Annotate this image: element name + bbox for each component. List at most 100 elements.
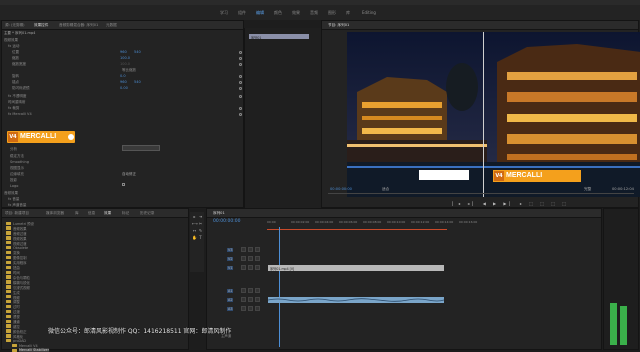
lock-icon[interactable] (241, 297, 246, 302)
keyframe-icon[interactable] (239, 87, 242, 90)
video-clip[interactable]: 序列01.mp4 [V] (268, 265, 444, 271)
selection-tool-icon[interactable]: ▸ (192, 214, 197, 219)
tab-metadata[interactable]: 元数据 (106, 23, 117, 28)
track-label[interactable]: A2 (227, 298, 234, 302)
work-area-bar[interactable] (267, 229, 447, 230)
fx-opacity[interactable]: fx 不透明度 (8, 94, 26, 99)
keyframe-icon[interactable] (239, 75, 242, 78)
slip-tool-icon[interactable]: ↔ (192, 228, 197, 233)
lock-icon[interactable] (241, 265, 246, 270)
tab-markers[interactable]: 标记 (122, 211, 129, 216)
workspace-tab-audio[interactable]: 音频 (310, 10, 318, 16)
workspace-tab-editing2[interactable]: Editing (362, 10, 376, 15)
fx-mercalli[interactable]: fx Mercalli V4 (8, 112, 32, 116)
logo-checkbox[interactable] (122, 183, 125, 186)
workspace-tab-libraries[interactable]: 库 (346, 10, 350, 16)
toggle-output-icon[interactable] (248, 306, 253, 311)
lock-icon[interactable] (241, 306, 246, 311)
anchor-x[interactable]: 960 (120, 80, 127, 84)
tools-panel: ▸ ⇥ ⟷ ✂ ↔ ✎ ✋ T (190, 212, 204, 272)
effects-tree-item[interactable]: proDAD (13, 339, 26, 343)
mute-icon[interactable] (255, 297, 260, 302)
mute-icon[interactable] (255, 256, 260, 261)
antiflicker-value[interactable]: 0.00 (120, 86, 128, 90)
tab-libraries[interactable]: 库 (75, 211, 79, 216)
border-select[interactable]: 自动修正 (122, 172, 136, 177)
toggle-output-icon[interactable] (248, 247, 253, 252)
scale-width-value[interactable]: 100.0 (120, 62, 130, 66)
tab-media-browser[interactable]: 媒体浏览器 (46, 211, 64, 216)
lock-icon[interactable] (241, 247, 246, 252)
effects-tree-item[interactable]: Mercalli Stabilizer (19, 348, 49, 352)
tab-info[interactable]: 信息 (88, 211, 95, 216)
hand-tool-icon[interactable]: ✋ (192, 235, 197, 240)
sequence-timecode[interactable]: 00:00:00:00 (213, 219, 240, 224)
mute-icon[interactable] (255, 247, 260, 252)
folder-icon (6, 275, 11, 279)
keyframe-icon[interactable] (239, 113, 242, 116)
workspace-tab-graphics[interactable]: 图形 (328, 10, 336, 16)
sequence-tab[interactable]: 序列01 (213, 211, 225, 216)
type-tool-icon[interactable]: T (198, 235, 203, 240)
workspace-tab-color[interactable]: 颜色 (274, 10, 282, 16)
fx-motion[interactable]: fx 运动 (8, 44, 19, 49)
fit-select[interactable]: 适合 (382, 187, 389, 192)
workspace-tab-assembly[interactable]: 组件 (238, 10, 246, 16)
track-label[interactable]: V1 (227, 266, 234, 270)
mute-icon[interactable] (255, 306, 260, 311)
program-title[interactable]: 节目: 序列01 (328, 23, 349, 28)
workspace-tab-learn[interactable]: 学习 (220, 10, 228, 16)
quality-select[interactable]: 完整 (584, 187, 591, 192)
fx-time-remap[interactable]: 时间重映射 (8, 100, 26, 105)
toggle-output-icon[interactable] (248, 297, 253, 302)
effects-tree-item[interactable]: Obsolete (13, 246, 28, 250)
mute-icon[interactable] (255, 265, 260, 270)
program-current-tc[interactable]: 00:00:00:00 (330, 187, 352, 191)
transport-controls[interactable]: ▏◂ ◂▏ ◀ ▶ ▶▏ ▸ ⬚ ⬚ ⬚ ⬚ (452, 201, 566, 206)
fx-crop[interactable]: fx 裁剪 (8, 106, 19, 111)
lock-icon[interactable] (241, 256, 246, 261)
toggle-output-icon[interactable] (248, 256, 253, 261)
playhead[interactable] (279, 227, 280, 347)
toggle-output-icon[interactable] (248, 288, 253, 293)
analyze-button[interactable] (122, 145, 160, 151)
position-x[interactable]: 960 (120, 50, 127, 54)
tab-history[interactable]: 历史记录 (140, 211, 154, 216)
track-select-icon[interactable]: ⇥ (198, 214, 203, 219)
keyframe-icon[interactable] (239, 81, 242, 84)
anchor-y[interactable]: 540 (134, 80, 141, 84)
mercalli-logo: V4 MERCALLI (7, 131, 75, 143)
audio-clip[interactable] (268, 297, 444, 303)
ripple-edit-icon[interactable]: ⟷ (192, 221, 198, 226)
razor-tool-icon[interactable]: ✂ (198, 221, 203, 226)
workspace-tab-effects[interactable]: 效果 (292, 10, 300, 16)
rotation-value[interactable]: 0.0 (120, 74, 126, 78)
track-label[interactable]: V3 (227, 248, 234, 252)
toggle-output-icon[interactable] (248, 265, 253, 270)
tab-project[interactable]: 项目: 新建项目 (5, 211, 29, 216)
effects-tree-item[interactable]: Mercalli V4 (19, 344, 38, 348)
scale-value[interactable]: 100.0 (120, 56, 130, 60)
param-position: 位置 (12, 50, 19, 54)
track-label[interactable]: A1 (227, 289, 234, 293)
track-label[interactable]: V2 (227, 257, 234, 261)
uniform-scale-checkbox[interactable]: 等比缩放 (122, 68, 136, 73)
keyframe-icon[interactable] (239, 95, 242, 98)
workspace-tab-editing[interactable]: 编辑 (256, 10, 264, 16)
playhead-scrubber[interactable] (328, 193, 634, 194)
pen-tool-icon[interactable]: ✎ (198, 228, 203, 233)
keyframe-icon[interactable] (239, 63, 242, 66)
lock-icon[interactable] (241, 288, 246, 293)
keyframe-icon[interactable] (239, 51, 242, 54)
time-ruler[interactable]: 00:00 00:00:02:00 00:00:04:00 00:00:06:00 00… (267, 220, 597, 228)
position-y[interactable]: 540 (134, 50, 141, 54)
tab-source[interactable]: 源: (无剪辑) (5, 23, 25, 28)
tab-effect-controls[interactable]: 效果控件 (34, 23, 48, 28)
mute-icon[interactable] (255, 288, 260, 293)
tab-effects[interactable]: 效果 (104, 211, 111, 216)
fx-volume[interactable]: fx 音量 (8, 197, 19, 202)
track-label[interactable]: A3 (227, 307, 234, 311)
keyframe-icon[interactable] (239, 57, 242, 60)
tab-audio-mixer[interactable]: 音频剪辑混合器: 序列01 (59, 23, 98, 28)
keyframe-icon[interactable] (239, 107, 242, 110)
